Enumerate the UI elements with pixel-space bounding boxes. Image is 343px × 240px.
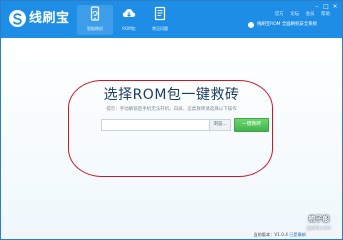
app-name: 线刷宝 — [29, 11, 70, 26]
page-title: 选择ROM包一键救砖 — [103, 87, 240, 103]
phone-refresh-icon — [87, 6, 103, 22]
slogan-badge-icon — [248, 22, 254, 28]
site-watermark: 梳子般 gezila.com — [302, 213, 336, 237]
minimize-button[interactable]: – — [313, 3, 321, 10]
browse-button[interactable]: 浏览... — [209, 119, 231, 131]
document-icon — [152, 6, 168, 22]
link-official[interactable]: 官方 — [275, 12, 284, 17]
one-click-rescue-button[interactable]: 一键救砖 — [234, 118, 269, 132]
link-forum[interactable]: 论坛 — [290, 12, 299, 17]
watermark-main: 梳子般 — [308, 215, 330, 223]
watermark-sub: gezila.com — [306, 226, 332, 231]
nav-label: 常见问题 — [152, 26, 168, 31]
cloud-download-icon — [121, 6, 137, 22]
version-info: 当前版本：V1.0.4 已是最新 — [253, 231, 306, 239]
nav-faq[interactable]: 常见问题 — [142, 5, 178, 35]
link-help[interactable]: 帮助 — [321, 12, 330, 17]
main-area: 选择ROM包一键救砖 提示：手动解锁后手机无法开机，白屏，这类救砖请选择以下操作… — [1, 38, 342, 230]
close-button[interactable]: × — [331, 3, 339, 10]
top-links: 官方 论坛 会员 帮助 — [270, 11, 330, 18]
version-label: 当前版本：V1.0.4 — [253, 232, 288, 237]
hint-text: 提示：手动解锁后手机无法开机，白屏，这类救砖请选择以下操作 — [106, 107, 237, 112]
link-member[interactable]: 会员 — [306, 12, 315, 17]
app-logo-icon — [9, 10, 26, 27]
app-window: 线刷宝 智能刷机 ROM包 常见问题 官方 论坛 会员 帮助 线刷宝ROM 全面… — [0, 0, 343, 240]
slogan-text: 线刷宝ROM 全面刷机安全系统 — [257, 22, 317, 27]
header-bar: 线刷宝 智能刷机 ROM包 常见问题 官方 论坛 会员 帮助 线刷宝ROM 全面… — [1, 1, 342, 38]
maximize-button[interactable]: □ — [322, 3, 330, 10]
status-bar: 当前版本：V1.0.4 已是最新 — [1, 230, 342, 239]
